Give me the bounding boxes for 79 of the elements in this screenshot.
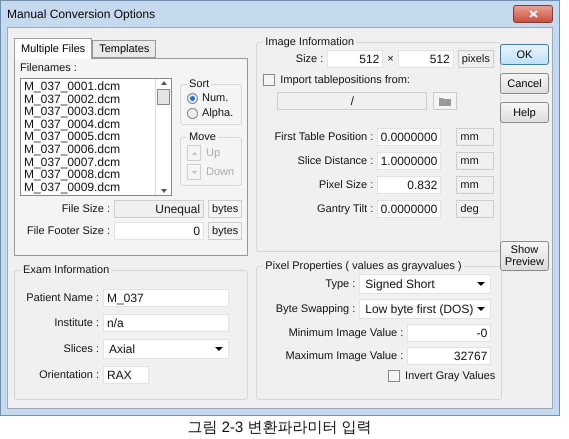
field-label: Minimum Image Value :	[288, 327, 404, 339]
unit-label: mm	[456, 152, 494, 170]
list-item[interactable]: M_037_0007.dcm	[24, 156, 152, 168]
scroll-down-icon[interactable]	[160, 189, 166, 193]
group-title: Sort	[188, 78, 210, 90]
field-label: Institute :	[53, 317, 99, 329]
tab[interactable]: Multiple Files	[14, 38, 92, 59]
group-title: Pixel Properties ( values as grayvalues )	[264, 260, 463, 272]
up-arrow-icon	[192, 152, 196, 154]
unit-label: pixels	[458, 50, 494, 68]
group-title: Image Information	[264, 36, 355, 48]
group-title: Exam Information	[22, 264, 110, 276]
list-item[interactable]: M_037_0002.dcm	[24, 92, 152, 106]
input-field[interactable]: M_037	[103, 289, 229, 307]
field-label: Slices :	[62, 343, 99, 355]
scroll-up-icon[interactable]	[160, 81, 166, 85]
field-label: Orientation :	[38, 369, 99, 381]
import-checkbox[interactable]: Import tablepositions from:	[263, 74, 494, 86]
field-label: Type :	[324, 278, 356, 290]
dropdown-caret-icon	[477, 307, 486, 311]
dialog-button[interactable]: Cancel	[500, 73, 549, 94]
times-sign: ×	[387, 53, 394, 65]
field-label: Gantry Tilt :	[316, 203, 374, 215]
group-title: Move	[188, 131, 217, 143]
browse-button[interactable]	[433, 92, 458, 110]
unit-label: mm	[456, 176, 494, 194]
field-label: Pixel Size :	[318, 179, 374, 191]
field-label: Slice Distance :	[296, 155, 374, 167]
list-item[interactable]: M_037_0005.dcm	[24, 130, 152, 143]
radio-option[interactable]: Num.	[187, 92, 236, 104]
input-field[interactable]: 512	[398, 50, 454, 68]
input-field[interactable]: 512	[327, 50, 384, 68]
scrollbar[interactable]	[155, 79, 171, 195]
input-field[interactable]: 0.832	[377, 176, 442, 194]
filenames-label: Filenames :	[20, 62, 78, 74]
path-field[interactable]: /	[277, 92, 428, 110]
figure-caption: 그림 2-3 변환파라미터 입력	[187, 418, 372, 437]
invert-checkbox[interactable]: Invert Gray Values	[388, 370, 496, 382]
list-item[interactable]: M_037_0006.dcm	[24, 142, 152, 156]
input-field[interactable]: 0.0000000	[377, 128, 442, 146]
list-item[interactable]: M_037_0009.dcm	[24, 180, 152, 194]
field-label: Size :	[294, 53, 324, 65]
input-field[interactable]: 0	[114, 222, 204, 240]
field-label: First Table Position :	[273, 131, 374, 143]
input-field[interactable]: RAX	[103, 366, 149, 384]
dialog-button[interactable]: OK	[500, 44, 549, 65]
input-field[interactable]: n/a	[103, 314, 229, 332]
unit-label: deg	[456, 200, 494, 218]
window-title: Manual Conversion Options	[7, 7, 156, 21]
field-label: Byte Swapping :	[274, 303, 356, 315]
tab[interactable]: Templates	[92, 40, 156, 58]
scroll-thumb[interactable]	[157, 89, 170, 105]
dropdown[interactable]: Signed Short	[359, 274, 492, 294]
close-button[interactable]	[513, 5, 553, 23]
show-preview-button[interactable]: Show Preview	[500, 241, 549, 271]
down-arrow-icon	[192, 170, 196, 174]
field-label: File Size :	[60, 203, 110, 215]
list-item[interactable]: M_037_0001.dcm	[24, 80, 152, 93]
radio-option[interactable]: Alpha.	[187, 107, 236, 119]
list-item[interactable]: M_037_0003.dcm	[24, 105, 152, 118]
input-field[interactable]: 32767	[407, 347, 492, 365]
input-field[interactable]: 1.0000000	[377, 152, 442, 170]
folder-icon	[439, 96, 452, 106]
field-label: File Footer Size :	[26, 225, 110, 237]
unit-label: mm	[456, 128, 494, 146]
dropdown-caret-icon	[215, 347, 223, 351]
dialog-button[interactable]: Help	[500, 102, 549, 123]
unit-label: bytes	[208, 222, 242, 240]
input-field[interactable]: -0	[407, 324, 492, 342]
list-item[interactable]: M_037_0004.dcm	[24, 118, 152, 130]
unit-label: bytes	[208, 200, 242, 218]
dropdown-caret-icon	[477, 282, 486, 286]
field-label: Maximum Image Value :	[284, 350, 404, 362]
close-icon	[528, 10, 538, 18]
field-label: Patient Name :	[25, 292, 99, 304]
list-item[interactable]: M_037_0008.dcm	[24, 168, 152, 181]
dropdown[interactable]: Low byte first (DOS)	[359, 299, 492, 319]
dropdown[interactable]: Axial	[103, 339, 229, 359]
input-field[interactable]: 0.0000000	[377, 200, 442, 218]
